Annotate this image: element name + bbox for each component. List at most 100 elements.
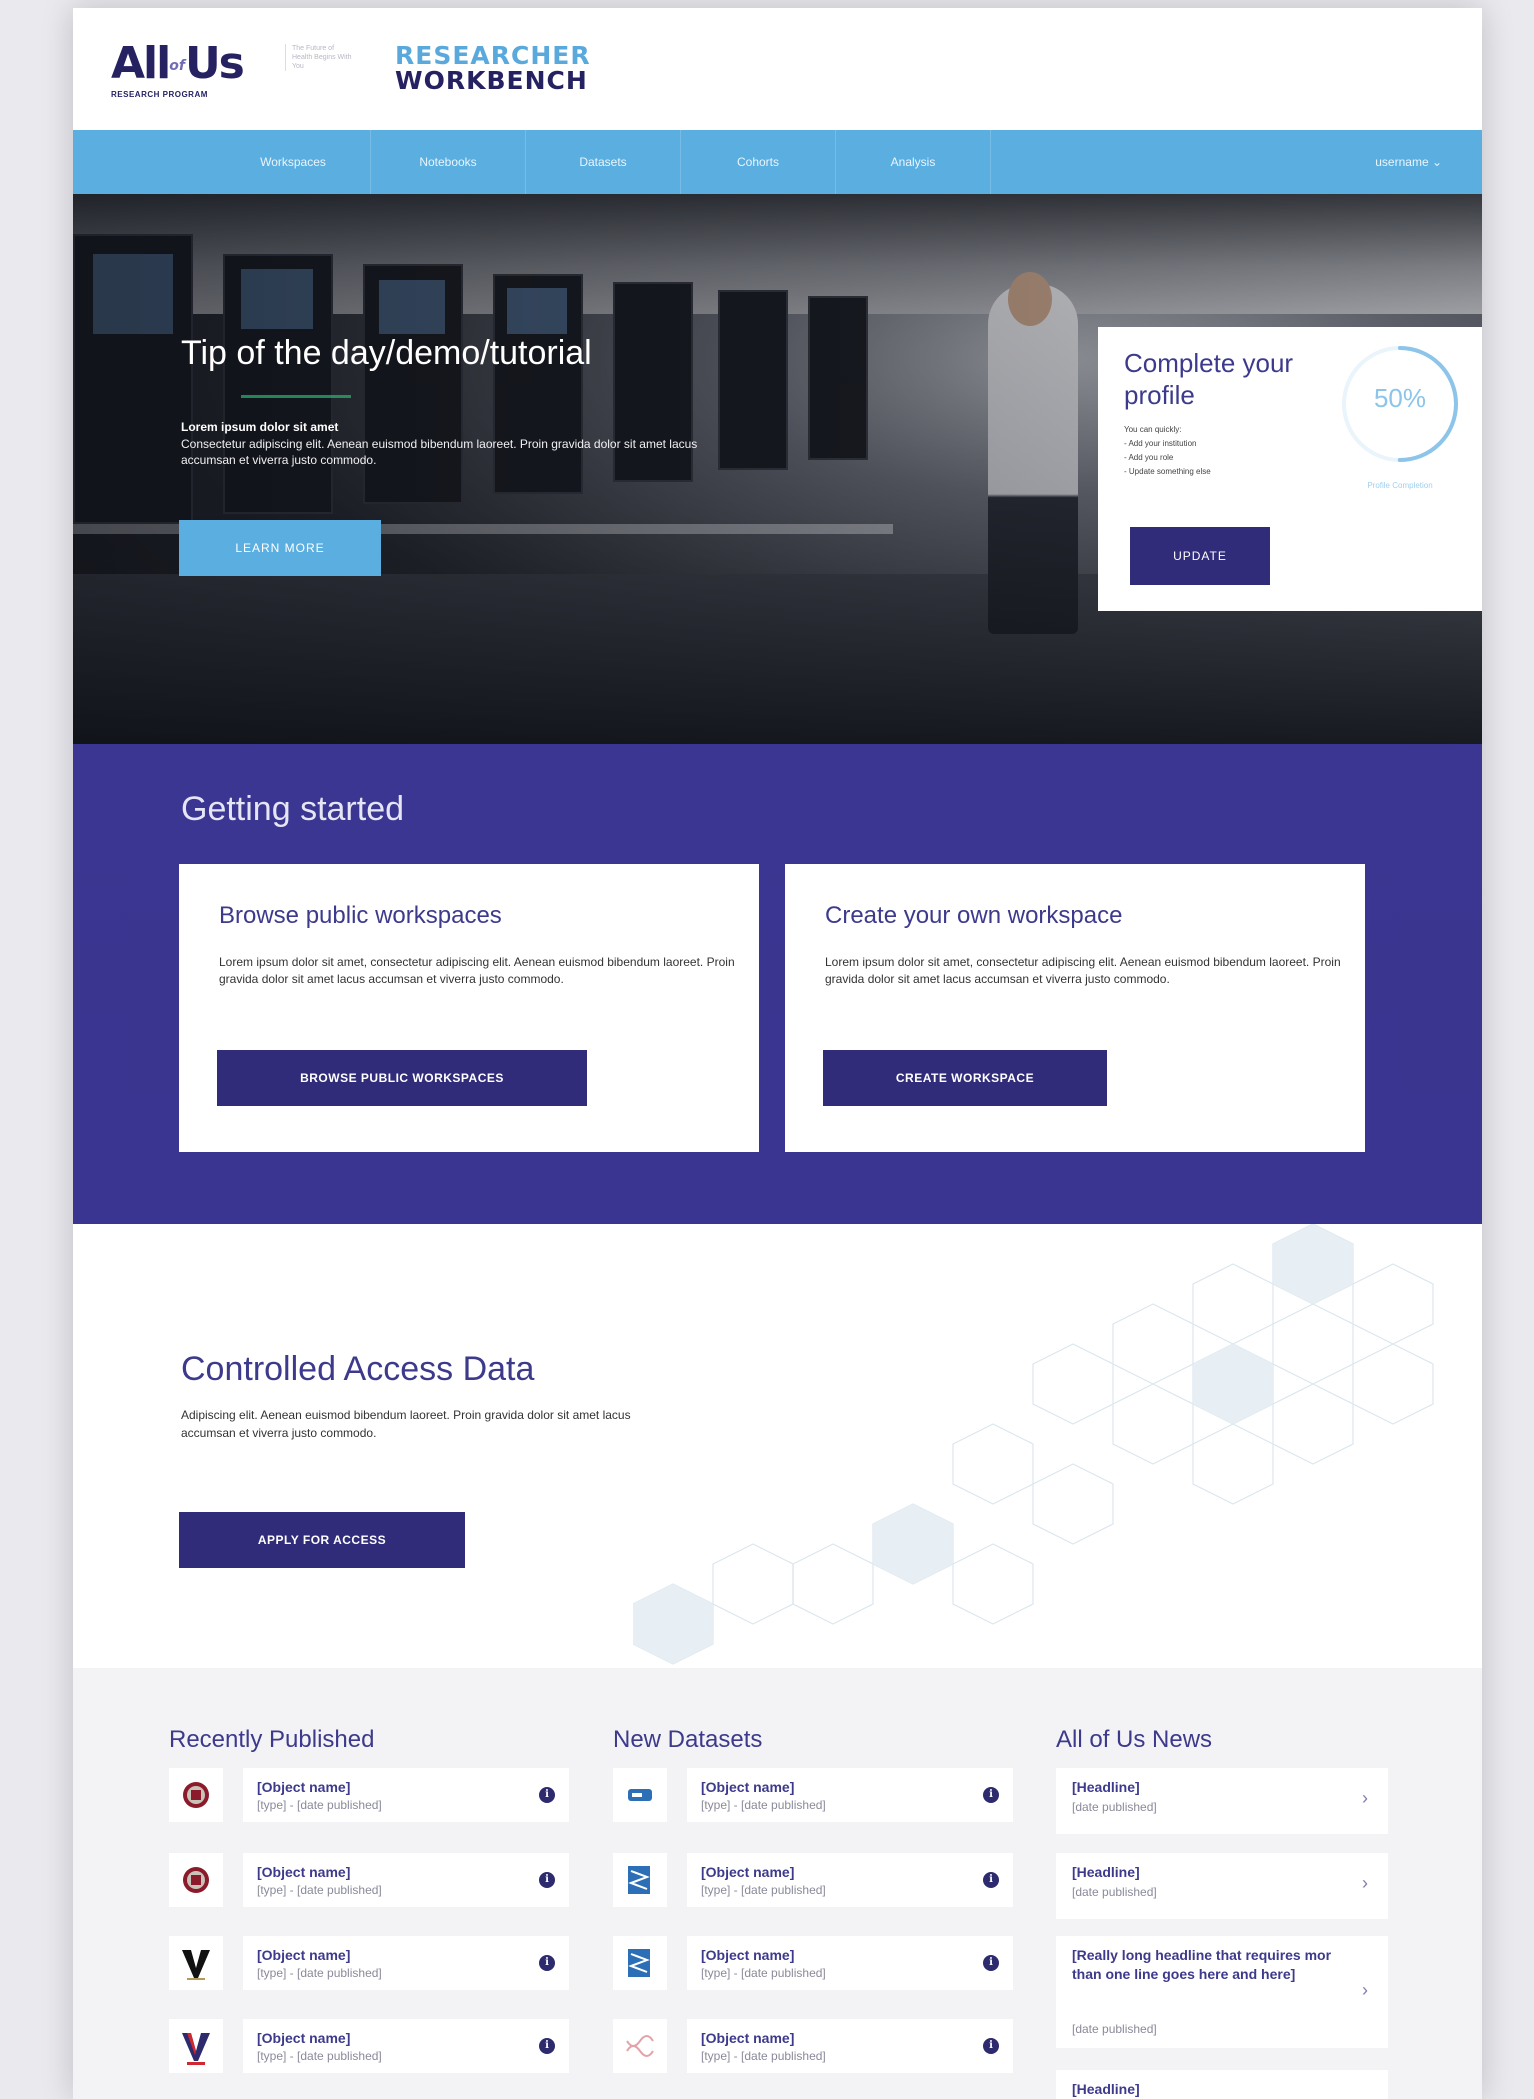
object-meta: [type] - [date published] [257,2049,382,2063]
object-name: [Object name] [257,1864,351,1880]
profile-completion-caption: Profile Completion [1367,481,1433,490]
object-meta: [type] - [date published] [701,1798,826,1812]
news-headline: [Headline] [1072,1864,1140,1880]
news-date: [date published] [1072,1885,1157,1899]
info-icon[interactable]: i [983,1872,999,1888]
profile-card: Complete your profile You can quickly: -… [1098,327,1482,611]
feeds-section: Recently Published New Datasets All of U… [73,1668,1482,2099]
news-item[interactable]: [Headline] [1056,2070,1388,2099]
object-meta: [type] - [date published] [257,1966,382,1980]
update-profile-button[interactable]: UPDATE [1130,527,1270,585]
browse-public-workspaces-button[interactable]: BROWSE PUBLIC WORKSPACES [217,1050,587,1106]
list-item[interactable]: [Object name] [type] - [date published] … [243,1936,569,1990]
info-icon[interactable]: i [539,1787,555,1803]
hero-lead: Lorem ipsum dolor sit amet [181,420,339,434]
create-workspace-card: Create your own workspace Lorem ipsum do… [785,864,1365,1152]
card-title: Browse public workspaces [219,902,502,929]
object-meta: [type] - [date published] [701,1966,826,1980]
object-name: [Object name] [701,1779,795,1795]
object-name: [Object name] [701,1864,795,1880]
browse-workspaces-card: Browse public workspaces Lorem ipsum dol… [179,864,759,1152]
news-title: All of Us News [1056,1726,1213,1753]
chevron-right-icon: › [1362,1788,1368,1808]
object-name: [Object name] [257,1779,351,1795]
profile-task: - Add you role [1124,453,1174,462]
red-v-icon [169,2019,223,2073]
researcher-workbench-logo[interactable]: RESEARCHER WORKBENCH [395,41,591,95]
getting-started-section: Getting started Browse public workspaces… [73,744,1482,1224]
object-meta: [type] - [date published] [701,2049,826,2063]
info-icon[interactable]: i [983,1955,999,1971]
profile-task-list: - Add your institution - Add you role - … [1124,437,1211,479]
dataset-tree-icon [613,1853,667,1907]
logo-subtitle: RESEARCH PROGRAM [111,90,208,99]
profile-task: - Add your institution [1124,439,1197,448]
hero-banner: Tip of the day/demo/tutorial Lorem ipsum… [73,194,1482,744]
controlled-access-title: Controlled Access Data [181,1350,535,1388]
create-workspace-button[interactable]: CREATE WORKSPACE [823,1050,1107,1106]
profile-percent: 50% [1373,383,1427,413]
product-name-line2: WORKBENCH [395,66,588,95]
user-menu[interactable]: username ⌄ [1375,130,1442,194]
card-title: Create your own workspace [825,902,1123,929]
hero-title-underline [241,395,351,398]
list-item[interactable]: [Object name] [type] - [date published] … [243,2019,569,2073]
nav-item-notebooks[interactable]: Notebooks [371,130,526,194]
hexagon-pattern [633,1224,1434,1665]
list-item[interactable]: [Object name] [type] - [date published] … [243,1768,569,1822]
news-headline: [Really long headline that requires mor … [1072,1947,1332,1982]
nav-item-workspaces[interactable]: Workspaces [216,130,371,194]
news-headline: [Headline] [1072,1779,1140,1795]
logo-wordmark: AllofUs [111,38,245,89]
news-item[interactable]: [Headline] [date published] › [1056,1768,1388,1834]
object-meta: [type] - [date published] [257,1883,382,1897]
hero-title: Tip of the day/demo/tutorial [181,334,592,372]
header: AllofUs RESEARCH PROGRAM The Future of H… [73,8,1482,130]
new-datasets-title: New Datasets [613,1726,763,1753]
database-tag-icon [613,1768,667,1822]
all-of-us-logo[interactable]: AllofUs RESEARCH PROGRAM [111,42,286,107]
chevron-right-icon: › [1362,1980,1368,2000]
profile-task: - Update something else [1124,467,1211,476]
getting-started-title: Getting started [181,790,405,828]
news-item[interactable]: [Really long headline that requires mor … [1056,1936,1388,2048]
nav-item-analysis[interactable]: Analysis [836,130,991,194]
info-icon[interactable]: i [539,1872,555,1888]
main-nav: Workspaces Notebooks Datasets Cohorts An… [73,130,1482,194]
product-name-line1: RESEARCHER [395,41,591,70]
nav-item-datasets[interactable]: Datasets [526,130,681,194]
harvard-shield-icon [169,1768,223,1822]
chevron-right-icon: › [1362,1873,1368,1893]
page: AllofUs RESEARCH PROGRAM The Future of H… [73,8,1482,2099]
info-icon[interactable]: i [539,1955,555,1971]
object-meta: [type] - [date published] [701,1883,826,1897]
object-name: [Object name] [257,2030,351,2046]
card-body: Lorem ipsum dolor sit amet, consectetur … [219,955,735,986]
news-date: [date published] [1072,1800,1157,1814]
nav-item-cohorts[interactable]: Cohorts [681,130,836,194]
news-date: [date published] [1072,2022,1157,2036]
hero-body: Consectetur adipiscing elit. Aenean euis… [181,437,698,467]
learn-more-button[interactable]: LEARN MORE [179,520,381,576]
info-icon[interactable]: i [983,1787,999,1803]
apply-for-access-button[interactable]: APPLY FOR ACCESS [179,1512,465,1568]
list-item[interactable]: [Object name] [type] - [date published] … [687,1768,1013,1822]
dna-icon [613,2019,667,2073]
news-headline: [Headline] [1072,2081,1140,2097]
object-name: [Object name] [701,2030,795,2046]
harvard-shield-icon [169,1853,223,1907]
recently-published-title: Recently Published [169,1726,375,1753]
list-item[interactable]: [Object name] [type] - [date published] … [687,1936,1013,1990]
vanderbilt-v-icon [169,1936,223,1990]
dataset-tree-icon [613,1936,667,1990]
list-item[interactable]: [Object name] [type] - [date published] … [687,1853,1013,1907]
controlled-access-section: Controlled Access Data Adipiscing elit. … [73,1224,1482,1668]
list-item[interactable]: [Object name] [type] - [date published] … [243,1853,569,1907]
card-body: Lorem ipsum dolor sit amet, consectetur … [825,955,1341,986]
object-name: [Object name] [701,1947,795,1963]
info-icon[interactable]: i [983,2038,999,2054]
news-item[interactable]: [Headline] [date published] › [1056,1853,1388,1919]
info-icon[interactable]: i [539,2038,555,2054]
profile-card-title: Complete your profile [1124,348,1294,410]
list-item[interactable]: [Object name] [type] - [date published] … [687,2019,1013,2073]
